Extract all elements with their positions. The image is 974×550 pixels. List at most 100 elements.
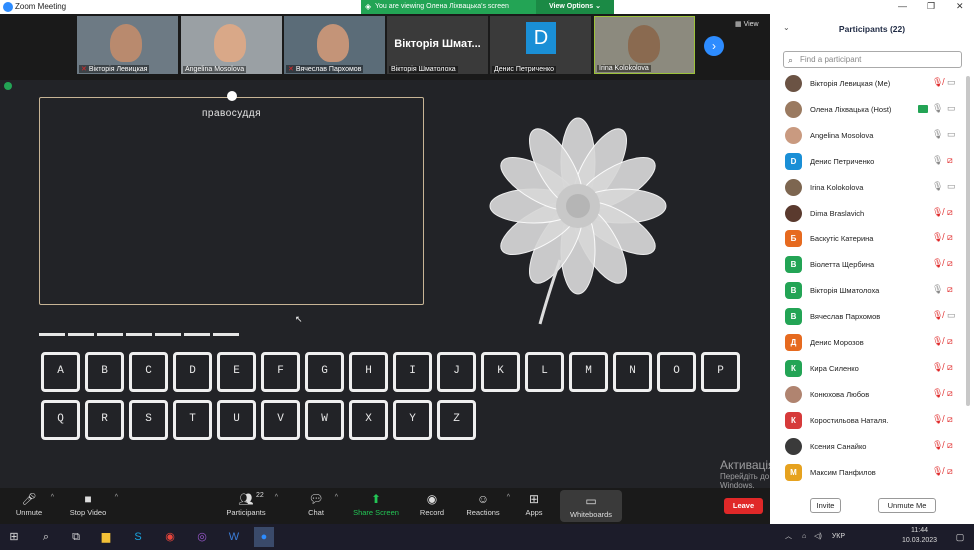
participant-row[interactable]: К Коростильова Наталя. 🎙︎̸ ⧄ — [770, 408, 966, 434]
mic-icon[interactable]: 🎙︎ — [932, 284, 943, 295]
participants-button[interactable]: 👥︎ 22 Participants ^ — [222, 488, 278, 524]
letter-key-f[interactable]: F — [261, 352, 300, 392]
letter-key-v[interactable]: V — [261, 400, 300, 440]
volume-icon[interactable]: ◁) — [814, 533, 822, 540]
letter-key-i[interactable]: I — [393, 352, 432, 392]
muted-mic-icon[interactable]: 🎙︎̸ — [932, 310, 943, 321]
letter-key-b[interactable]: B — [85, 352, 124, 392]
letter-key-a[interactable]: A — [41, 352, 80, 392]
zoom-taskbar-icon[interactable]: ● — [254, 527, 274, 547]
letter-key-e[interactable]: E — [217, 352, 256, 392]
stop-video-button[interactable]: ■ Stop Video ^ — [66, 488, 118, 524]
whiteboards-button[interactable]: ▭ Whiteboards — [560, 490, 622, 522]
apps-button[interactable]: ⊞ Apps — [522, 488, 546, 524]
video-off-icon[interactable]: ⧄ — [947, 362, 953, 373]
language-indicator[interactable]: УКР — [832, 533, 845, 540]
file-explorer-icon[interactable]: ▆ — [96, 527, 116, 547]
participant-row[interactable]: D Денис Петриченко 🎙︎ ⧄ — [770, 149, 966, 175]
muted-mic-icon[interactable]: 🎙︎̸ — [932, 77, 943, 88]
video-tile[interactable]: Angelina Mosolova — [181, 16, 282, 74]
participant-row[interactable]: Irina Kolokolova 🎙︎ ▭ — [770, 175, 966, 201]
letter-key-s[interactable]: S — [129, 400, 168, 440]
chevron-up-icon[interactable]: ^ — [115, 494, 118, 501]
search-icon[interactable]: ⌕ — [36, 527, 56, 547]
invite-button[interactable]: Invite — [810, 498, 841, 513]
chevron-up-icon[interactable]: ^ — [51, 494, 54, 501]
muted-mic-icon[interactable]: 🎙︎̸ — [932, 440, 943, 451]
mic-icon[interactable]: 🎙︎ — [932, 181, 943, 192]
muted-mic-icon[interactable]: 🎙︎̸ — [932, 414, 943, 425]
letter-key-n[interactable]: N — [613, 352, 652, 392]
video-off-icon[interactable]: ⧄ — [947, 466, 953, 477]
mic-icon[interactable]: 🎙︎ — [932, 103, 943, 114]
tray-up-arrow-icon[interactable]: ︿ — [785, 533, 792, 540]
participant-row[interactable]: В Вячеслав Пархомов 🎙︎̸ ▭ — [770, 304, 966, 330]
viber-icon[interactable]: ◎ — [192, 527, 212, 547]
skype-icon[interactable]: S — [128, 527, 148, 547]
letter-key-y[interactable]: Y — [393, 400, 432, 440]
letter-key-o[interactable]: O — [657, 352, 696, 392]
notification-icon[interactable]: ▢ — [950, 527, 970, 547]
video-camera-icon[interactable]: ▭ — [947, 181, 956, 192]
letter-key-l[interactable]: L — [525, 352, 564, 392]
participant-row[interactable]: Dima Braslavich 🎙︎̸ ⧄ — [770, 201, 966, 227]
chevron-up-icon[interactable]: ^ — [335, 494, 338, 501]
gallery-view-button[interactable]: ▦ View — [735, 20, 759, 28]
reactions-button[interactable]: ☺ Reactions ^ — [464, 488, 510, 524]
video-camera-icon[interactable]: ▭ — [947, 310, 956, 321]
video-off-icon[interactable]: ⧄ — [947, 388, 953, 399]
leave-button[interactable]: Leave — [724, 498, 763, 514]
record-button[interactable]: ◉ Record — [416, 488, 448, 524]
video-tile[interactable]: ✕ Вячеслав Пархомов — [284, 16, 385, 74]
letter-key-j[interactable]: J — [437, 352, 476, 392]
video-off-icon[interactable]: ⧄ — [947, 336, 953, 347]
letter-key-q[interactable]: Q — [41, 400, 80, 440]
view-options-button[interactable]: View Options ⌄ — [536, 0, 614, 14]
letter-key-m[interactable]: M — [569, 352, 608, 392]
letter-key-p[interactable]: P — [701, 352, 740, 392]
video-off-icon[interactable]: ⧄ — [947, 155, 953, 166]
word-icon[interactable]: W — [224, 527, 244, 547]
video-off-icon[interactable]: ⧄ — [947, 440, 953, 451]
letter-key-g[interactable]: G — [305, 352, 344, 392]
gallery-next-arrow-icon[interactable]: › — [704, 36, 724, 56]
video-off-icon[interactable]: ⧄ — [947, 414, 953, 425]
chevron-up-icon[interactable]: ^ — [507, 494, 510, 501]
participant-row[interactable]: В Віолетта Щербина 🎙︎̸ ⧄ — [770, 252, 966, 278]
video-tile[interactable]: ✕ Вікторія Левицкая — [77, 16, 178, 74]
video-off-icon[interactable]: ⧄ — [947, 284, 953, 295]
video-camera-icon[interactable]: ▭ — [947, 77, 956, 88]
participant-row[interactable]: Ксения Санайко 🎙︎̸ ⧄ — [770, 434, 966, 460]
video-tile[interactable]: Irina Kolokolova — [594, 16, 695, 74]
task-view-icon[interactable]: ⧉ — [66, 527, 86, 547]
video-off-icon[interactable]: ⧄ — [947, 232, 953, 243]
muted-mic-icon[interactable]: 🎙︎̸ — [932, 336, 943, 347]
video-camera-icon[interactable]: ▭ — [947, 103, 956, 114]
letter-key-k[interactable]: K — [481, 352, 520, 392]
participant-list-scrollbar[interactable] — [966, 76, 970, 406]
network-icon[interactable]: ⌂ — [802, 533, 806, 540]
restore-icon[interactable]: ❐ — [927, 1, 935, 12]
participant-row[interactable]: Конюхова Любов 🎙︎̸ ⧄ — [770, 382, 966, 408]
letter-key-c[interactable]: C — [129, 352, 168, 392]
letter-key-u[interactable]: U — [217, 400, 256, 440]
muted-mic-icon[interactable]: 🎙︎̸ — [932, 258, 943, 269]
video-off-icon[interactable]: ⧄ — [947, 207, 953, 218]
letter-key-t[interactable]: T — [173, 400, 212, 440]
mic-icon[interactable]: 🎙︎ — [932, 155, 943, 166]
windows-start-icon[interactable]: ⊞ — [4, 527, 24, 547]
mic-icon[interactable]: 🎙︎ — [932, 129, 943, 140]
muted-mic-icon[interactable]: 🎙︎̸ — [932, 362, 943, 373]
video-tile[interactable]: D Денис Петриченко — [490, 16, 591, 74]
participant-row[interactable]: Б Баскутіс Катерина 🎙︎̸ ⧄ — [770, 226, 966, 252]
video-tile[interactable]: Вікторія Шмат... Вікторія Шматолоха — [387, 16, 488, 74]
participant-row[interactable]: М Максим Панфилов 🎙︎̸ ⧄ — [770, 460, 966, 486]
unmute-button[interactable]: 🎤︎ Unmute ^ — [12, 488, 54, 524]
video-camera-icon[interactable]: ▭ — [947, 129, 956, 140]
minimize-icon[interactable]: — — [898, 1, 907, 11]
letter-key-r[interactable]: R — [85, 400, 124, 440]
unmute-me-button[interactable]: Unmute Me — [878, 498, 936, 513]
participant-row[interactable]: Олена Ліхвацька (Host) 🎙︎ ▭ — [770, 97, 966, 123]
letter-key-h[interactable]: H — [349, 352, 388, 392]
muted-mic-icon[interactable]: 🎙︎̸ — [932, 232, 943, 243]
